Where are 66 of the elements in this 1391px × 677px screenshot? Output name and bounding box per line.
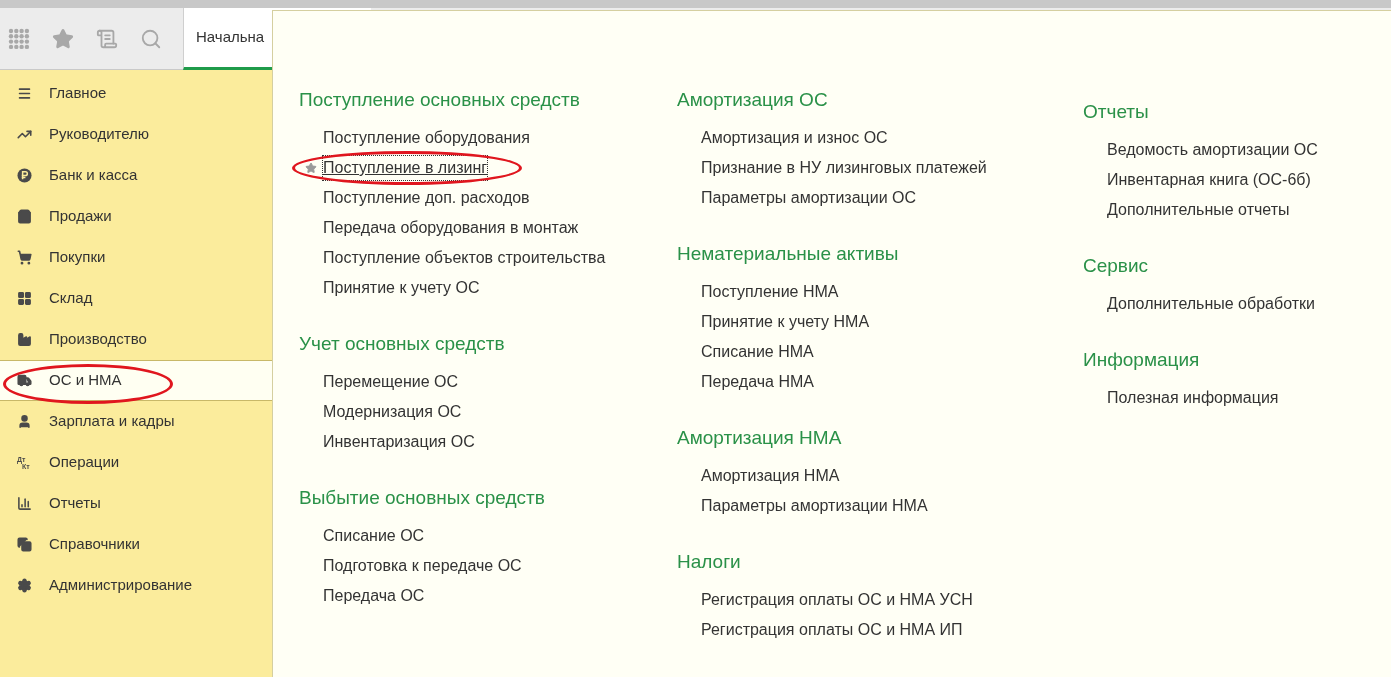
sidebar-item[interactable]: Отчеты — [0, 483, 272, 524]
sidebar-item[interactable]: Администрирование — [0, 565, 272, 606]
menu-link[interactable]: Инвентарная книга (ОС-6б) — [1107, 168, 1311, 192]
menu-link[interactable]: Поступление доп. расходов — [323, 186, 530, 210]
grid-icon — [17, 291, 32, 306]
section-heading: Налоги — [677, 550, 742, 574]
menu-link[interactable]: Полезная информация — [1107, 386, 1279, 410]
sidebar-item[interactable]: Продажи — [0, 196, 272, 237]
menu-link[interactable]: Амортизация НМА — [701, 464, 840, 488]
sidebar-item[interactable]: Склад — [0, 278, 272, 319]
ruble-coin-icon — [17, 168, 32, 183]
menu-link[interactable]: Поступление НМА — [701, 280, 839, 304]
sidebar-item[interactable]: Справочники — [0, 524, 272, 565]
menu-link[interactable]: Дополнительные отчеты — [1107, 198, 1290, 222]
menu-link[interactable]: Перемещение ОС — [323, 370, 459, 394]
sidebar-item[interactable]: Покупки — [0, 237, 272, 278]
bar-chart-icon — [17, 496, 32, 511]
truck-icon — [17, 373, 32, 388]
section-heading: Учет основных средств — [299, 332, 506, 356]
menu-link[interactable]: Регистрация оплаты ОС и НМА ИП — [701, 618, 963, 642]
sidebar-item[interactable]: Руководителю — [0, 114, 272, 155]
bag-icon — [17, 209, 32, 224]
menu-link[interactable]: Передача оборудования в монтаж — [323, 216, 579, 240]
menu-link[interactable]: Списание ОС — [323, 524, 425, 548]
menu-link[interactable]: Списание НМА — [701, 340, 814, 364]
list-icon — [17, 86, 32, 101]
section-heading: Выбытие основных средств — [299, 486, 546, 510]
menu-link[interactable]: Поступление оборудования — [323, 126, 530, 150]
star-icon[interactable] — [52, 27, 74, 50]
section-heading: Отчеты — [1083, 100, 1150, 124]
sidebar-item[interactable]: ОС и НМА — [0, 360, 272, 401]
menu-link[interactable]: Модернизация ОС — [323, 400, 462, 424]
menu-link[interactable]: Принятие к учету НМА — [701, 310, 870, 334]
section-heading: Поступление основных средств — [299, 88, 581, 112]
sidebar-item[interactable]: Главное — [0, 73, 272, 114]
scroll-icon[interactable] — [96, 27, 118, 50]
sidebar-item[interactable]: Банк и касса — [0, 155, 272, 196]
favorite-star-icon[interactable] — [305, 162, 317, 174]
menu-link[interactable]: Принятие к учету ОС — [323, 276, 480, 300]
menu-link[interactable]: Параметры амортизации НМА — [701, 494, 928, 518]
documents-icon — [17, 537, 32, 552]
section-heading: Информация — [1083, 348, 1201, 372]
section-heading: Нематериальные активы — [677, 242, 900, 266]
user-icon — [17, 414, 32, 429]
menu-link[interactable]: Поступление в лизинг — [323, 156, 488, 180]
cart-icon — [17, 250, 32, 265]
sidebar-item[interactable]: Зарплата и кадры — [0, 401, 272, 442]
settings-icon — [17, 578, 32, 593]
menu-link[interactable]: Регистрация оплаты ОС и НМА УСН — [701, 588, 973, 612]
menu-link[interactable]: Передача ОС — [323, 584, 425, 608]
menu-link[interactable]: Амортизация и износ ОС — [701, 126, 888, 150]
menu-link[interactable]: Дополнительные обработки — [1107, 292, 1315, 316]
sidebar-item[interactable]: Производство — [0, 319, 272, 360]
menu-link[interactable]: Подготовка к передаче ОС — [323, 554, 522, 578]
menu-link[interactable]: Признание в НУ лизинговых платежей — [701, 156, 987, 180]
section-heading: Сервис — [1083, 254, 1150, 278]
menu-link[interactable]: Параметры амортизации ОС — [701, 186, 917, 210]
apps-grid-icon[interactable] — [8, 27, 30, 50]
search-icon[interactable] — [140, 27, 162, 50]
menu-link[interactable]: Инвентаризация ОС — [323, 430, 475, 454]
menu-link[interactable]: Ведомость амортизации ОС — [1107, 138, 1318, 162]
menu-link[interactable]: Поступление объектов строительства — [323, 246, 606, 270]
factory-icon — [17, 332, 32, 347]
section-heading: Амортизация ОС — [677, 88, 829, 112]
section-heading: Амортизация НМА — [677, 426, 843, 450]
menu-link[interactable]: Передача НМА — [701, 370, 814, 394]
